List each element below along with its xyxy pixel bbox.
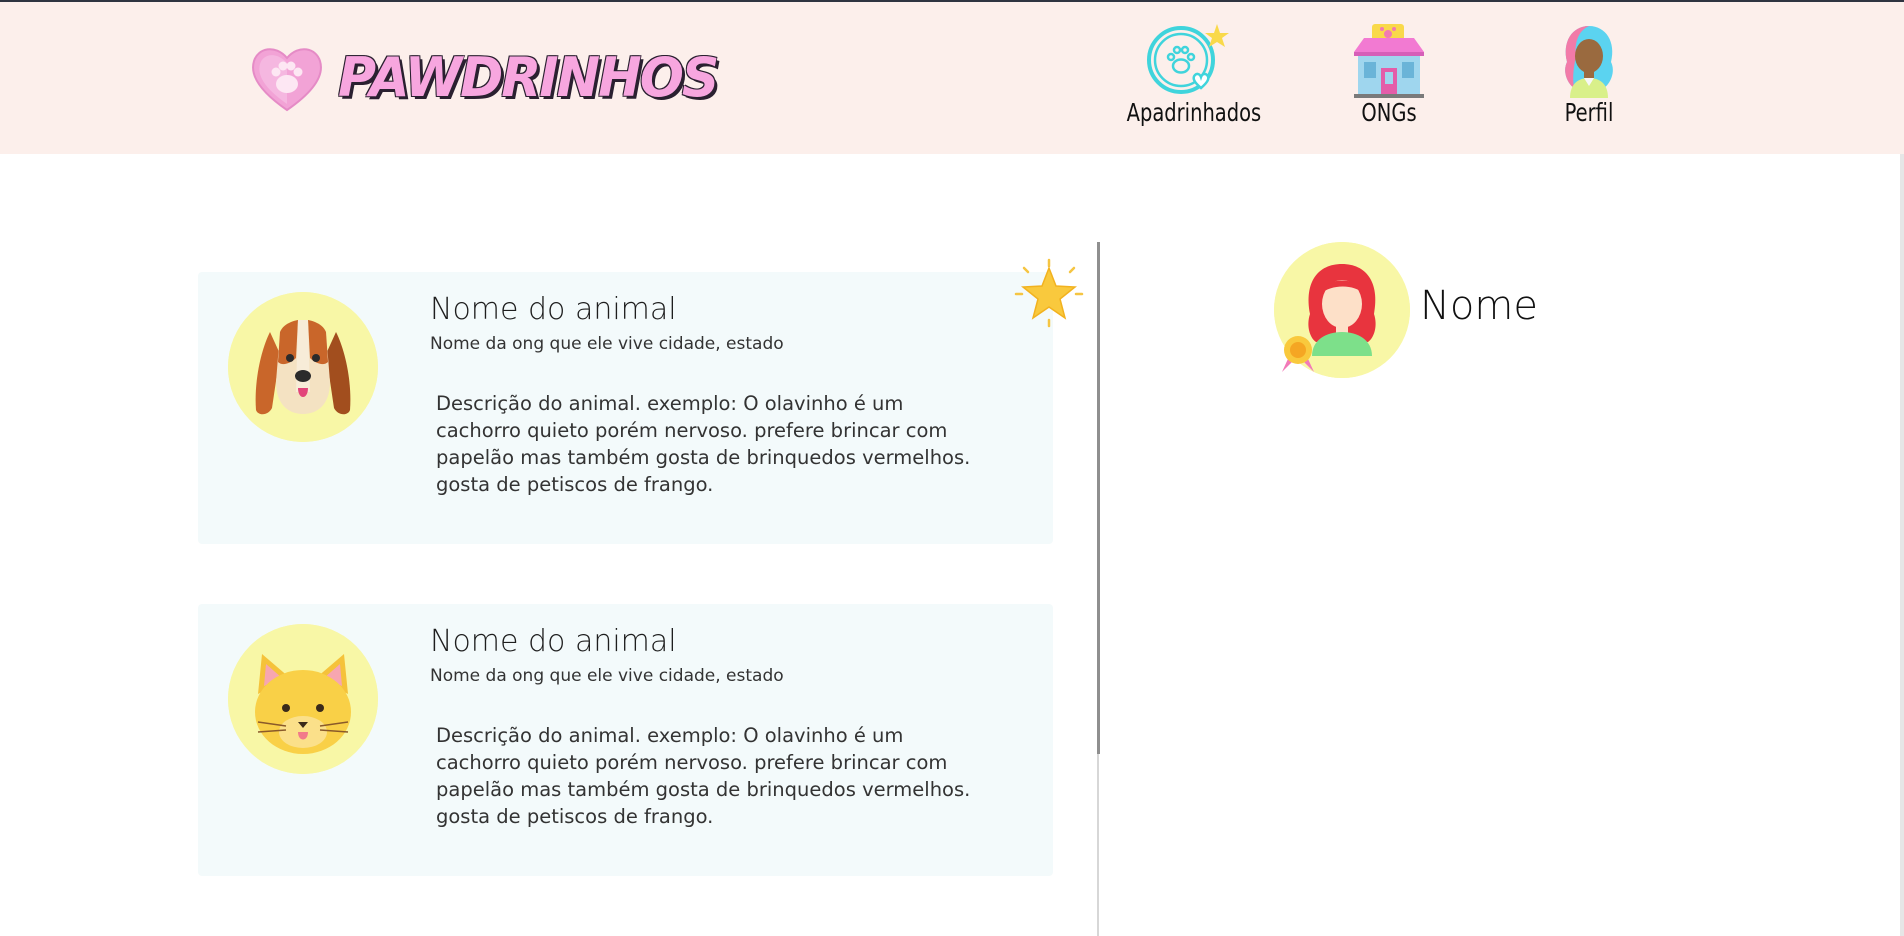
animal-name: Nome do animal [430, 624, 677, 659]
profile-avatar[interactable] [1274, 242, 1410, 378]
nav-label-perfil: Perfil [1564, 98, 1614, 127]
shelter-house-icon [1354, 24, 1424, 98]
profile-name: Nome [1420, 283, 1538, 329]
animal-name: Nome do animal [430, 292, 677, 327]
favorite-star-icon[interactable] [1014, 258, 1084, 328]
animal-card[interactable]: Nome do animal Nome da ong que ele vive … [198, 604, 1053, 876]
nav-item-apadrinhados[interactable]: Apadrinhados [1109, 22, 1269, 127]
scroll-divider[interactable] [1097, 242, 1100, 754]
animal-ong-location: Nome da ong que ele vive cidade, estado [430, 334, 784, 354]
page-scrollbar-track[interactable] [1900, 154, 1904, 936]
site-header: PAWDRINHOS Apadrinhados ONGs Perfil [0, 2, 1904, 154]
animal-description: Descrição do animal. exemplo: O olavinho… [436, 724, 971, 828]
paw-heart-icon [252, 48, 322, 112]
animal-card[interactable]: Nome do animal Nome da ong que ele vive … [198, 272, 1053, 544]
nav-item-perfil[interactable]: Perfil [1509, 22, 1669, 127]
user-profile-icon [1565, 26, 1613, 98]
animal-avatar [228, 292, 378, 442]
nav-label-ongs: ONGs [1361, 98, 1417, 127]
brand-name: PAWDRINHOS [338, 46, 719, 110]
nav-label-apadrinhados: Apadrinhados [1126, 98, 1262, 127]
animal-avatar [228, 624, 378, 774]
dog-face-icon [228, 292, 378, 442]
animal-description: Descrição do animal. exemplo: O olavinho… [436, 392, 971, 496]
nav-item-ongs[interactable]: ONGs [1309, 22, 1469, 127]
brand-logo[interactable]: PAWDRINHOS [248, 42, 719, 114]
animal-ong-location: Nome da ong que ele vive cidade, estado [430, 666, 784, 686]
paw-badge-icon [1147, 24, 1229, 94]
cat-face-icon [228, 624, 378, 774]
woman-avatar-icon [1274, 242, 1410, 378]
